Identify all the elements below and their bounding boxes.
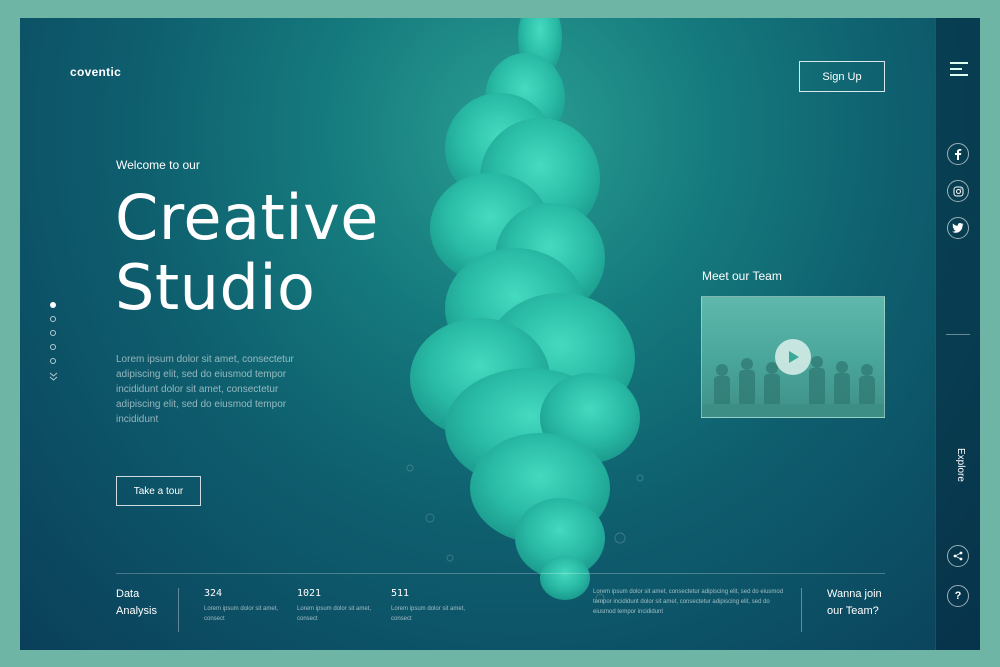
- landing-page: coventic Sign Up Welcome to our Creative…: [20, 18, 980, 650]
- hero-description: Lorem ipsum dolor sit amet, consectetur …: [116, 354, 294, 425]
- join-team-line2: our Team?: [827, 605, 879, 617]
- footer-separator: [178, 588, 179, 632]
- right-sidebar: Explore ?: [935, 18, 980, 650]
- pagination-dot[interactable]: [50, 330, 56, 336]
- stat-number: 511: [391, 588, 410, 599]
- sidebar-divider: [946, 334, 970, 335]
- explore-link[interactable]: Explore: [955, 448, 966, 482]
- footer-divider: [116, 573, 885, 574]
- join-team-link[interactable]: Wanna join our Team?: [827, 586, 882, 620]
- data-analysis-line1: Data: [116, 588, 140, 600]
- hero-title-line1: Creative: [115, 181, 379, 254]
- instagram-icon[interactable]: [947, 180, 969, 202]
- data-analysis-label: Data Analysis: [116, 586, 157, 620]
- hero-title-line2: Studio: [115, 251, 316, 324]
- take-tour-button[interactable]: Take a tour: [116, 476, 201, 506]
- footer-separator: [801, 588, 802, 632]
- brand-logo[interactable]: coventic: [70, 65, 121, 79]
- help-icon[interactable]: ?: [947, 585, 969, 607]
- signup-button[interactable]: Sign Up: [799, 61, 885, 92]
- stat-item: 511 Lorem ipsum dolor sit amet, consect: [391, 588, 471, 624]
- stat-number: 324: [204, 588, 223, 599]
- stat-description: Lorem ipsum dolor sit amet, consect: [391, 606, 466, 622]
- chevron-down-icon[interactable]: [49, 372, 58, 384]
- share-icon[interactable]: [947, 545, 969, 567]
- stat-description: Lorem ipsum dolor sit amet, consect: [297, 606, 372, 622]
- stat-description: Lorem ipsum dolor sit amet, consect: [204, 606, 279, 622]
- pagination-dot[interactable]: [50, 302, 56, 308]
- facebook-icon[interactable]: [947, 143, 969, 165]
- pagination-dot[interactable]: [50, 344, 56, 350]
- stat-item: 324 Lorem ipsum dolor sit amet, consect: [204, 588, 284, 624]
- meet-team-label: Meet our Team: [702, 269, 782, 283]
- menu-icon[interactable]: [950, 62, 968, 78]
- pagination-dot[interactable]: [50, 358, 56, 364]
- slide-pagination: [49, 302, 58, 384]
- pagination-dot[interactable]: [50, 316, 56, 322]
- twitter-icon[interactable]: [947, 217, 969, 239]
- play-icon[interactable]: [775, 339, 811, 375]
- ink-smoke-image: [406, 18, 644, 603]
- join-team-line1: Wanna join: [827, 588, 882, 600]
- footer-paragraph: Lorem ipsum dolor sit amet, consectetur …: [593, 589, 784, 615]
- stat-item: 1021 Lorem ipsum dolor sit amet, consect: [297, 588, 377, 624]
- hero-welcome-text: Welcome to our: [116, 158, 200, 172]
- team-video-thumbnail[interactable]: [701, 296, 885, 418]
- stat-number: 1021: [297, 588, 322, 599]
- hero-title: Creative Studio: [115, 183, 379, 323]
- data-analysis-line2: Analysis: [116, 605, 157, 617]
